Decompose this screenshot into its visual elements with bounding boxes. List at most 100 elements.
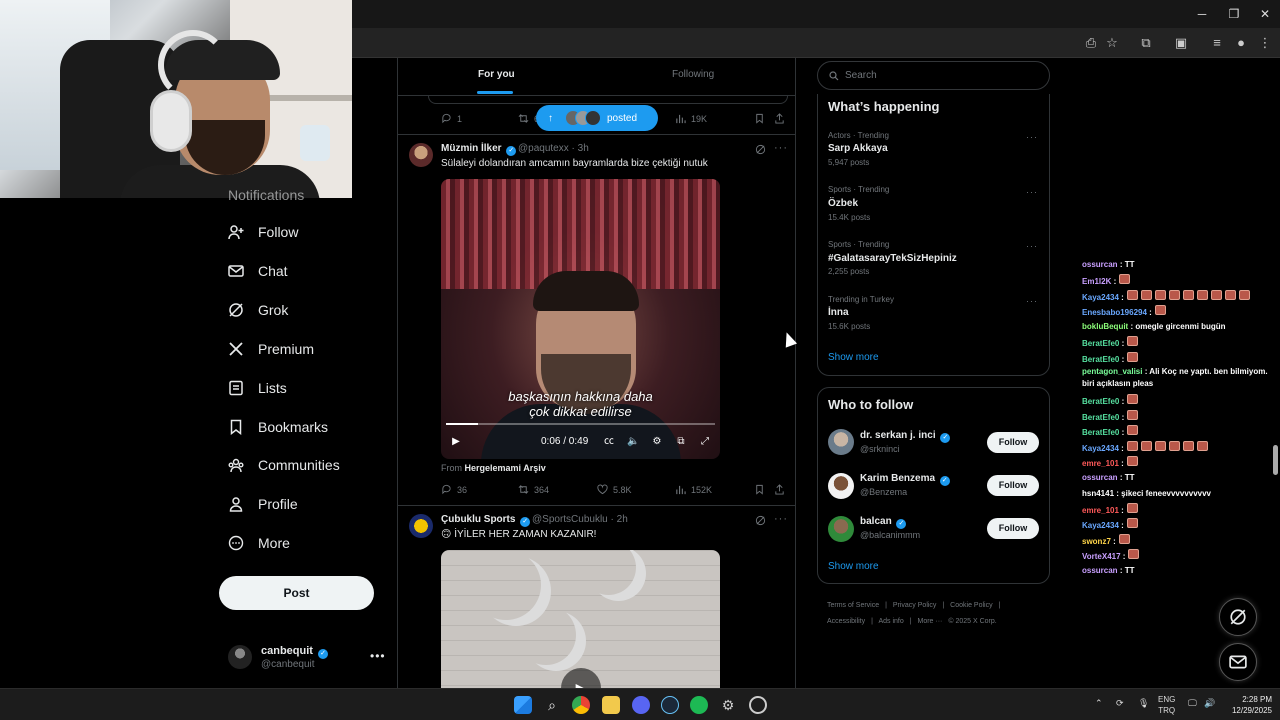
nav-notifications-cutoff[interactable]: Notifications	[228, 190, 304, 200]
grok-analyze-icon[interactable]	[755, 515, 766, 526]
network-icon[interactable]: 🖵	[1188, 698, 1197, 709]
prev-bookmark-icon[interactable]	[754, 113, 765, 124]
account-more-icon[interactable]: •••	[370, 649, 386, 663]
system-clock[interactable]: 2:28 PM 12/29/2025	[1224, 694, 1272, 716]
trending-show-more-link[interactable]: Show more	[828, 352, 879, 363]
video-progress-bar[interactable]	[446, 423, 715, 425]
footer-separator: |	[871, 618, 873, 625]
ads-info-link[interactable]: Ads info	[878, 618, 903, 625]
avatar	[409, 514, 433, 538]
views-action[interactable]: 152K	[675, 484, 712, 495]
tweet-handle-text: @paqutexx	[518, 143, 569, 154]
trend-more-icon[interactable]: ···	[1026, 296, 1038, 306]
nav-communities[interactable]: Communities	[228, 453, 340, 477]
steam-icon[interactable]	[661, 696, 679, 714]
chrome-icon[interactable]	[572, 696, 590, 714]
new-posts-pill[interactable]: ↑ posted	[536, 105, 658, 131]
bookmark-icon[interactable]	[754, 484, 765, 495]
trend-more-icon[interactable]: ···	[1026, 132, 1038, 142]
trend-more-icon[interactable]: ···	[1026, 241, 1038, 251]
video-progress-fill	[446, 423, 479, 425]
fullscreen-icon[interactable]: ⤢	[699, 436, 711, 448]
grok-fab-button[interactable]	[1219, 598, 1257, 636]
tray-chevron-icon[interactable]: ⌃	[1095, 698, 1103, 709]
captions-icon[interactable]: ㏄	[603, 436, 615, 448]
nav-follow[interactable]: Follow	[228, 220, 298, 244]
screen-share-icon[interactable]: ⎙	[1082, 34, 1100, 52]
share-icon[interactable]	[774, 484, 785, 495]
prev-views-action[interactable]: 19K	[675, 113, 707, 124]
volume-icon[interactable]: 🔊	[1204, 698, 1215, 709]
footer-more-link[interactable]: More ···	[918, 618, 943, 625]
chat-text: : TT	[1119, 260, 1135, 270]
tab-following[interactable]: Following	[672, 69, 714, 80]
account-switcher[interactable]: canbequit ✓ @canbequit •••	[228, 643, 393, 675]
obs-icon[interactable]	[749, 696, 767, 714]
settings-gear-icon[interactable]: ⚙	[651, 436, 663, 448]
nav-bookmarks[interactable]: Bookmarks	[228, 415, 328, 439]
who-to-follow-show-more-link[interactable]: Show more	[828, 561, 879, 572]
from-source-link[interactable]: Hergelemami Arşiv	[465, 463, 546, 473]
minimize-button[interactable]: ─	[1187, 4, 1217, 24]
nav-premium[interactable]: Premium	[228, 337, 314, 361]
volume-icon[interactable]: 🔈	[627, 436, 639, 448]
file-explorer-icon[interactable]	[602, 696, 620, 714]
play-icon[interactable]: ▶	[561, 668, 601, 688]
windows-start-icon[interactable]	[514, 696, 532, 714]
chat-emote-icon	[1238, 289, 1250, 300]
close-window-button[interactable]: ✕	[1250, 4, 1280, 24]
messages-fab-button[interactable]	[1219, 643, 1257, 681]
grok-analyze-icon[interactable]	[755, 144, 766, 155]
bookmark-star-icon[interactable]: ☆	[1103, 34, 1121, 52]
chat-username: Kaya2434	[1082, 292, 1119, 302]
split-view-icon[interactable]: ▣	[1172, 34, 1190, 52]
tab-for-you[interactable]: For you	[478, 69, 515, 80]
retweet-action[interactable]: 364	[518, 484, 549, 495]
trend-more-icon[interactable]: ···	[1026, 187, 1038, 197]
avatar	[828, 429, 854, 455]
tweet-video-2[interactable]: ▶	[441, 550, 720, 688]
terms-link[interactable]: Terms of Service	[827, 602, 879, 609]
discord-icon[interactable]	[632, 696, 650, 714]
browser-menu-icon[interactable]: ⋮	[1256, 34, 1274, 52]
prev-share-icon[interactable]	[774, 113, 785, 124]
sync-icon[interactable]: ⟳	[1116, 698, 1124, 709]
like-action[interactable]: 5.8K	[597, 484, 632, 495]
scrollbar-thumb[interactable]	[1273, 445, 1278, 475]
follow-button[interactable]: Follow	[987, 518, 1039, 539]
page-scrollbar[interactable]	[1271, 58, 1280, 688]
follow-button[interactable]: Follow	[987, 475, 1039, 496]
nav-grok[interactable]: Grok	[228, 298, 288, 322]
nav-profile[interactable]: Profile	[228, 492, 298, 516]
avatar	[585, 110, 601, 126]
privacy-link[interactable]: Privacy Policy	[893, 602, 937, 609]
tweet-more-icon[interactable]: ···	[774, 142, 788, 154]
restore-button[interactable]: ❐	[1219, 4, 1249, 24]
tweet-text: Sülaleyi dolandıran amcamın bayramlarda …	[441, 158, 708, 169]
keyboard-region: TRQ	[1158, 706, 1176, 715]
post-button[interactable]: Post	[219, 576, 374, 610]
address-bar[interactable]: ⎙ ☆ ⧉ ▣ ≡ ● ⋮	[352, 28, 1280, 58]
profile-avatar-icon[interactable]: ●	[1232, 34, 1250, 52]
follow-button[interactable]: Follow	[987, 432, 1039, 453]
cookie-link[interactable]: Cookie Policy	[950, 602, 992, 609]
microphone-icon[interactable]: 🎙	[1138, 698, 1149, 709]
nav-communities-label: Communities	[258, 457, 340, 473]
tweet-more-icon[interactable]: ···	[774, 513, 788, 525]
nav-more[interactable]: More	[228, 531, 290, 555]
nav-lists[interactable]: Lists	[228, 376, 287, 400]
settings-gear-icon[interactable]: ⚙	[719, 696, 737, 714]
search-icon[interactable]: ⌕	[543, 696, 561, 714]
media-control-icon[interactable]: ≡	[1208, 34, 1226, 52]
extensions-icon[interactable]: ⧉	[1137, 34, 1155, 52]
pip-icon[interactable]: ⧉	[675, 436, 687, 448]
tweet-video[interactable]: başkasının hakkına daha çok dikkat edili…	[441, 179, 720, 459]
input-language[interactable]: ENG TRQ	[1158, 694, 1175, 716]
spotify-icon[interactable]	[690, 696, 708, 714]
prev-reply-action[interactable]: 1	[441, 113, 462, 124]
nav-chat[interactable]: Chat	[228, 259, 288, 283]
search-box[interactable]: Search	[817, 61, 1050, 90]
accessibility-link[interactable]: Accessibility	[827, 618, 865, 625]
play-icon[interactable]: ▶	[450, 436, 462, 448]
reply-action[interactable]: 36	[441, 484, 467, 495]
